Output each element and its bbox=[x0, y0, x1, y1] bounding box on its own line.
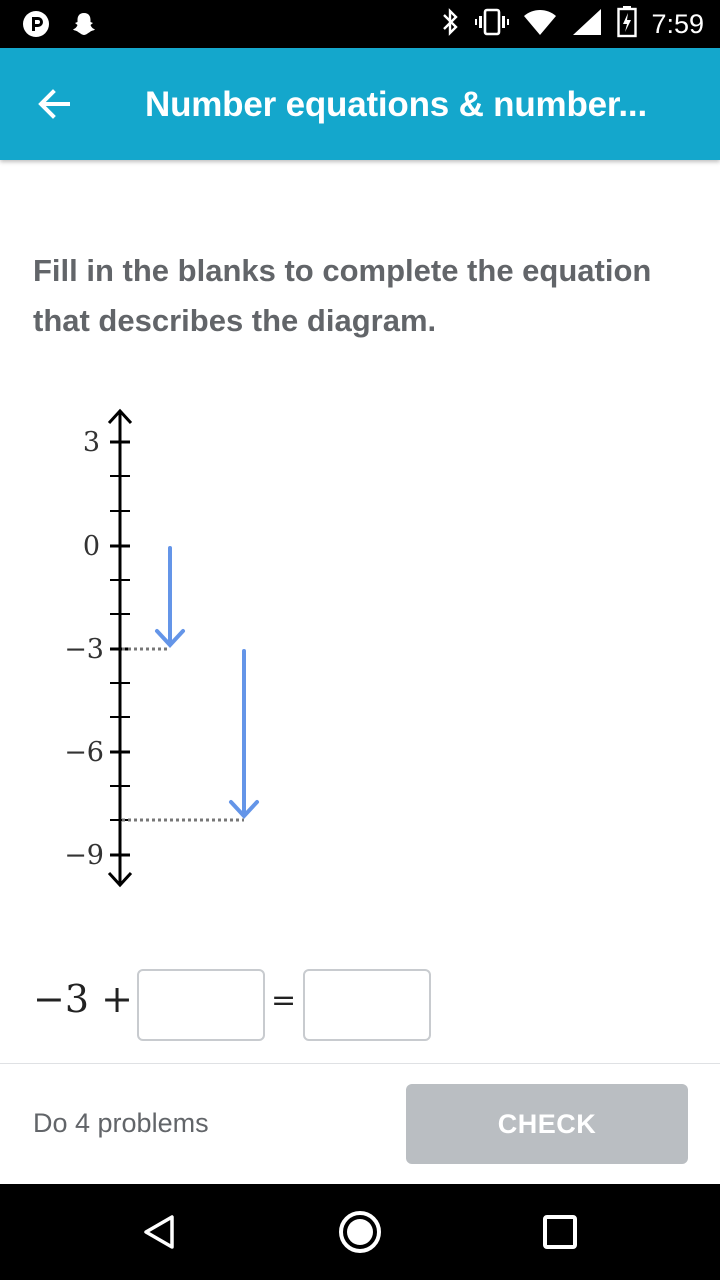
equation: −3 + = bbox=[33, 969, 453, 1041]
arrow-left-icon bbox=[38, 89, 70, 119]
clock: 7:59 bbox=[651, 8, 704, 39]
signal-icon bbox=[571, 7, 603, 42]
equals-sign: = bbox=[271, 983, 297, 1018]
nav-back-button[interactable] bbox=[134, 1206, 186, 1258]
check-button[interactable]: CHECK bbox=[406, 1084, 688, 1164]
move-arrow-2 bbox=[229, 649, 259, 819]
back-triangle-icon bbox=[144, 1215, 174, 1249]
vibrate-icon bbox=[475, 7, 510, 42]
back-button[interactable] bbox=[28, 78, 80, 130]
problems-remaining: Do 4 problems bbox=[33, 1108, 209, 1138]
number-line-diagram: 3 0 −3 −6 −9 bbox=[64, 408, 259, 888]
question-prompt: Fill in the blanks to complete the equat… bbox=[33, 253, 652, 338]
axis-label-0: 0 bbox=[83, 531, 100, 562]
navigation-bar bbox=[0, 1184, 720, 1280]
home-circle-icon bbox=[339, 1211, 381, 1253]
axis-label-3: 3 bbox=[83, 427, 100, 458]
axis-label-neg3: −3 bbox=[64, 634, 104, 665]
app-bar: Number equations & number... bbox=[0, 48, 720, 160]
equation-start: −3 + bbox=[33, 977, 133, 1021]
axis-label-neg9: −9 bbox=[64, 840, 104, 871]
nav-recents-button[interactable] bbox=[534, 1206, 586, 1258]
status-bar: 7:59 bbox=[0, 0, 720, 48]
wifi-icon bbox=[523, 8, 557, 41]
pandora-icon bbox=[22, 10, 50, 43]
axis-label-neg6: −6 bbox=[64, 737, 104, 768]
nav-home-button[interactable] bbox=[334, 1206, 386, 1258]
move-arrow-1 bbox=[155, 546, 185, 648]
bluetooth-icon bbox=[439, 7, 461, 42]
answer-blank-1[interactable] bbox=[137, 969, 265, 1041]
battery-charging-icon bbox=[617, 5, 638, 43]
answer-blank-2[interactable] bbox=[303, 969, 431, 1041]
recents-square-icon bbox=[543, 1215, 577, 1249]
snapchat-icon bbox=[70, 10, 98, 43]
page-title: Number equations & number... bbox=[145, 85, 647, 124]
footer-divider bbox=[0, 1063, 720, 1064]
